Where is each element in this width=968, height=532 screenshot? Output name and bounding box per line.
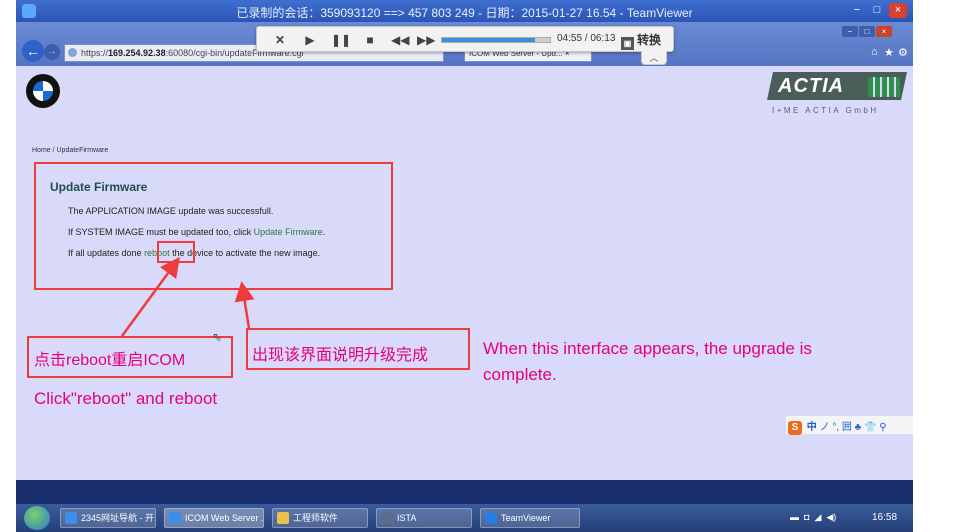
- ista-icon: [381, 512, 393, 524]
- annotation-click-en: Click"reboot" and reboot: [34, 389, 218, 408]
- sogou-icon[interactable]: S: [788, 421, 802, 435]
- url-prefix: https://: [81, 48, 109, 58]
- mouse-cursor-icon: ⇖: [212, 330, 223, 344]
- annotation-complete-cn: 出现该界面说明升级完成: [252, 347, 429, 364]
- browser-close-icon[interactable]: ×: [876, 26, 892, 37]
- ime-symbols[interactable]: ノ °, 囲 ♣ 👕 ⚲: [820, 422, 887, 433]
- browser-minimize-icon[interactable]: −: [842, 26, 858, 37]
- convert-icon: ▣: [621, 37, 634, 50]
- lock-icon: [68, 48, 77, 57]
- ie-icon: [65, 512, 77, 524]
- taskbar-item-engineer-software[interactable]: 工程师软件: [272, 508, 368, 528]
- rewind-icon[interactable]: ◀◀: [391, 31, 409, 49]
- favorites-star-icon[interactable]: ★: [884, 46, 894, 59]
- convert-label: 转换: [637, 33, 662, 47]
- window-titlebar: 已录制的会话：359093120 ==> 457 803 249 - 日期：20…: [16, 0, 913, 22]
- start-button[interactable]: [24, 506, 50, 530]
- browser-window-controls: − □ ×: [842, 26, 894, 38]
- pause-icon[interactable]: ❚❚: [331, 31, 351, 49]
- system-tray[interactable]: ▬ ◘ ◢ ◀): [790, 512, 836, 523]
- playback-time: 04:55 / 06:13: [557, 33, 616, 44]
- close-icon[interactable]: ✕: [271, 31, 289, 49]
- playback-progress-fill: [442, 38, 535, 42]
- taskbar: 2345网址导航 - 开... ICOM Web Server ... 工程师软…: [16, 504, 913, 532]
- ie-icon: [169, 512, 181, 524]
- close-icon[interactable]: ×: [889, 3, 907, 18]
- url-host: 169.254.92.38: [108, 48, 166, 58]
- annotation-click-cn: 点击reboot重启ICOM: [34, 352, 186, 369]
- arrow-to-reboot: [120, 256, 180, 337]
- convert-button[interactable]: ▣ 转换: [617, 30, 665, 50]
- playback-controls: ✕ ▶ ❚❚ ■ ◀◀ ▶▶ 04:55 / 06:13 ▣ 转换 ︿: [256, 26, 674, 65]
- taskbar-item-teamviewer[interactable]: TeamViewer: [480, 508, 580, 528]
- web-page: ACTIA I+ME ACTIA GmbH Home / UpdateFirmw…: [16, 66, 913, 480]
- taskbar-item-icom[interactable]: ICOM Web Server ...: [164, 508, 264, 528]
- settings-gear-icon[interactable]: ⚙: [898, 46, 908, 59]
- home-icon[interactable]: ⌂: [871, 46, 878, 58]
- chevron-up-icon[interactable]: ︿: [641, 51, 667, 65]
- taskbar-item-ista[interactable]: ISTA: [376, 508, 472, 528]
- fast-forward-icon[interactable]: ▶▶: [417, 31, 435, 49]
- annotation-arrows: [120, 256, 255, 337]
- play-icon[interactable]: ▶: [301, 31, 319, 49]
- ime-toolbar[interactable]: S 中 ノ °, 囲 ♣ 👕 ⚲: [786, 416, 913, 435]
- clock: 16:58: [872, 512, 898, 523]
- annotation-complete-en-1: When this interface appears, the upgrade…: [483, 339, 812, 358]
- arrow-to-firmware-box: [234, 281, 255, 329]
- minimize-icon[interactable]: −: [848, 3, 866, 18]
- teamviewer-icon: [485, 512, 497, 524]
- back-arrow-icon[interactable]: ←: [22, 40, 44, 62]
- folder-icon: [277, 512, 289, 524]
- maximize-icon[interactable]: □: [868, 3, 886, 18]
- teamviewer-window: 已录制的会话：359093120 ==> 457 803 249 - 日期：20…: [16, 0, 913, 532]
- taskbar-item-2345[interactable]: 2345网址导航 - 开...: [60, 508, 156, 528]
- playback-progress-bar[interactable]: [441, 37, 551, 43]
- browser-restore-icon[interactable]: □: [859, 26, 875, 37]
- ime-language[interactable]: 中: [807, 422, 817, 433]
- annotation-complete-en-2: complete.: [483, 365, 557, 384]
- stop-icon[interactable]: ■: [361, 31, 379, 49]
- forward-arrow-icon[interactable]: →: [44, 44, 60, 60]
- window-title: 已录制的会话：359093120 ==> 457 803 249 - 日期：20…: [236, 6, 693, 20]
